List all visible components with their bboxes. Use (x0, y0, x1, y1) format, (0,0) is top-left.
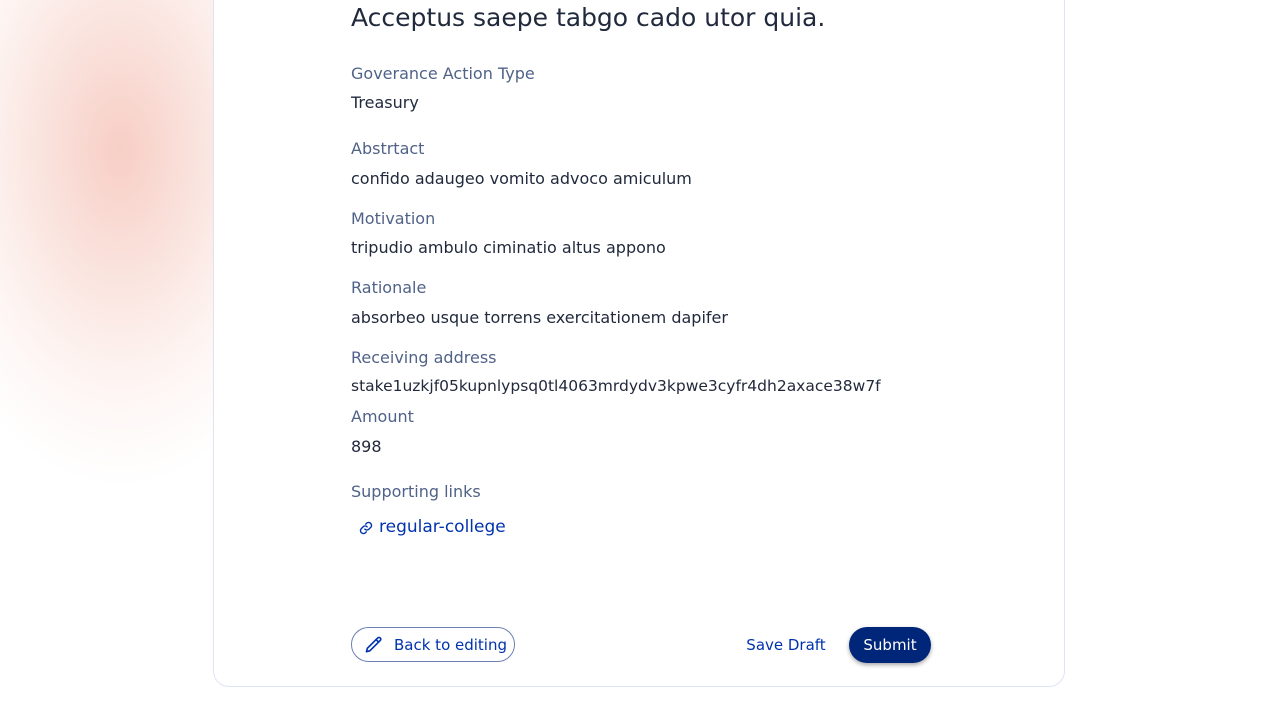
proposal-title: Acceptus saepe tabgo cado utor quia. (351, 3, 826, 32)
supporting-link[interactable]: regular-college (359, 517, 506, 537)
save-draft-button[interactable]: Save Draft (741, 627, 831, 662)
field-value-motivation: tripudio ambulo ciminatio altus appono (351, 238, 666, 257)
field-label-action-type: Goverance Action Type (351, 64, 535, 83)
submit-button[interactable]: Submit (849, 627, 931, 663)
field-value-action-type: Treasury (351, 93, 419, 112)
field-value-receiving-address: stake1uzkjf05kupnlypsq0tl4063mrdydv3kpwe… (351, 377, 881, 395)
field-value-amount: 898 (351, 437, 382, 456)
field-label-amount: Amount (351, 407, 414, 426)
back-to-editing-button[interactable]: Back to editing (351, 627, 515, 662)
field-label-motivation: Motivation (351, 209, 436, 228)
review-card: Acceptus saepe tabgo cado utor quia. Gov… (213, 0, 1065, 687)
supporting-links-label: Supporting links (351, 482, 481, 501)
link-icon (359, 520, 373, 535)
back-to-editing-label: Back to editing (394, 635, 508, 654)
field-label-receiving-address: Receiving address (351, 348, 497, 367)
field-label-rationale: Rationale (351, 278, 427, 297)
field-label-abstract: Abstrtact (351, 139, 425, 158)
pencil-icon (364, 635, 384, 655)
field-value-abstract: confido adaugeo vomito advoco amiculum (351, 169, 692, 188)
supporting-link-text: regular-college (379, 517, 506, 537)
field-value-rationale: absorbeo usque torrens exercitationem da… (351, 308, 728, 327)
